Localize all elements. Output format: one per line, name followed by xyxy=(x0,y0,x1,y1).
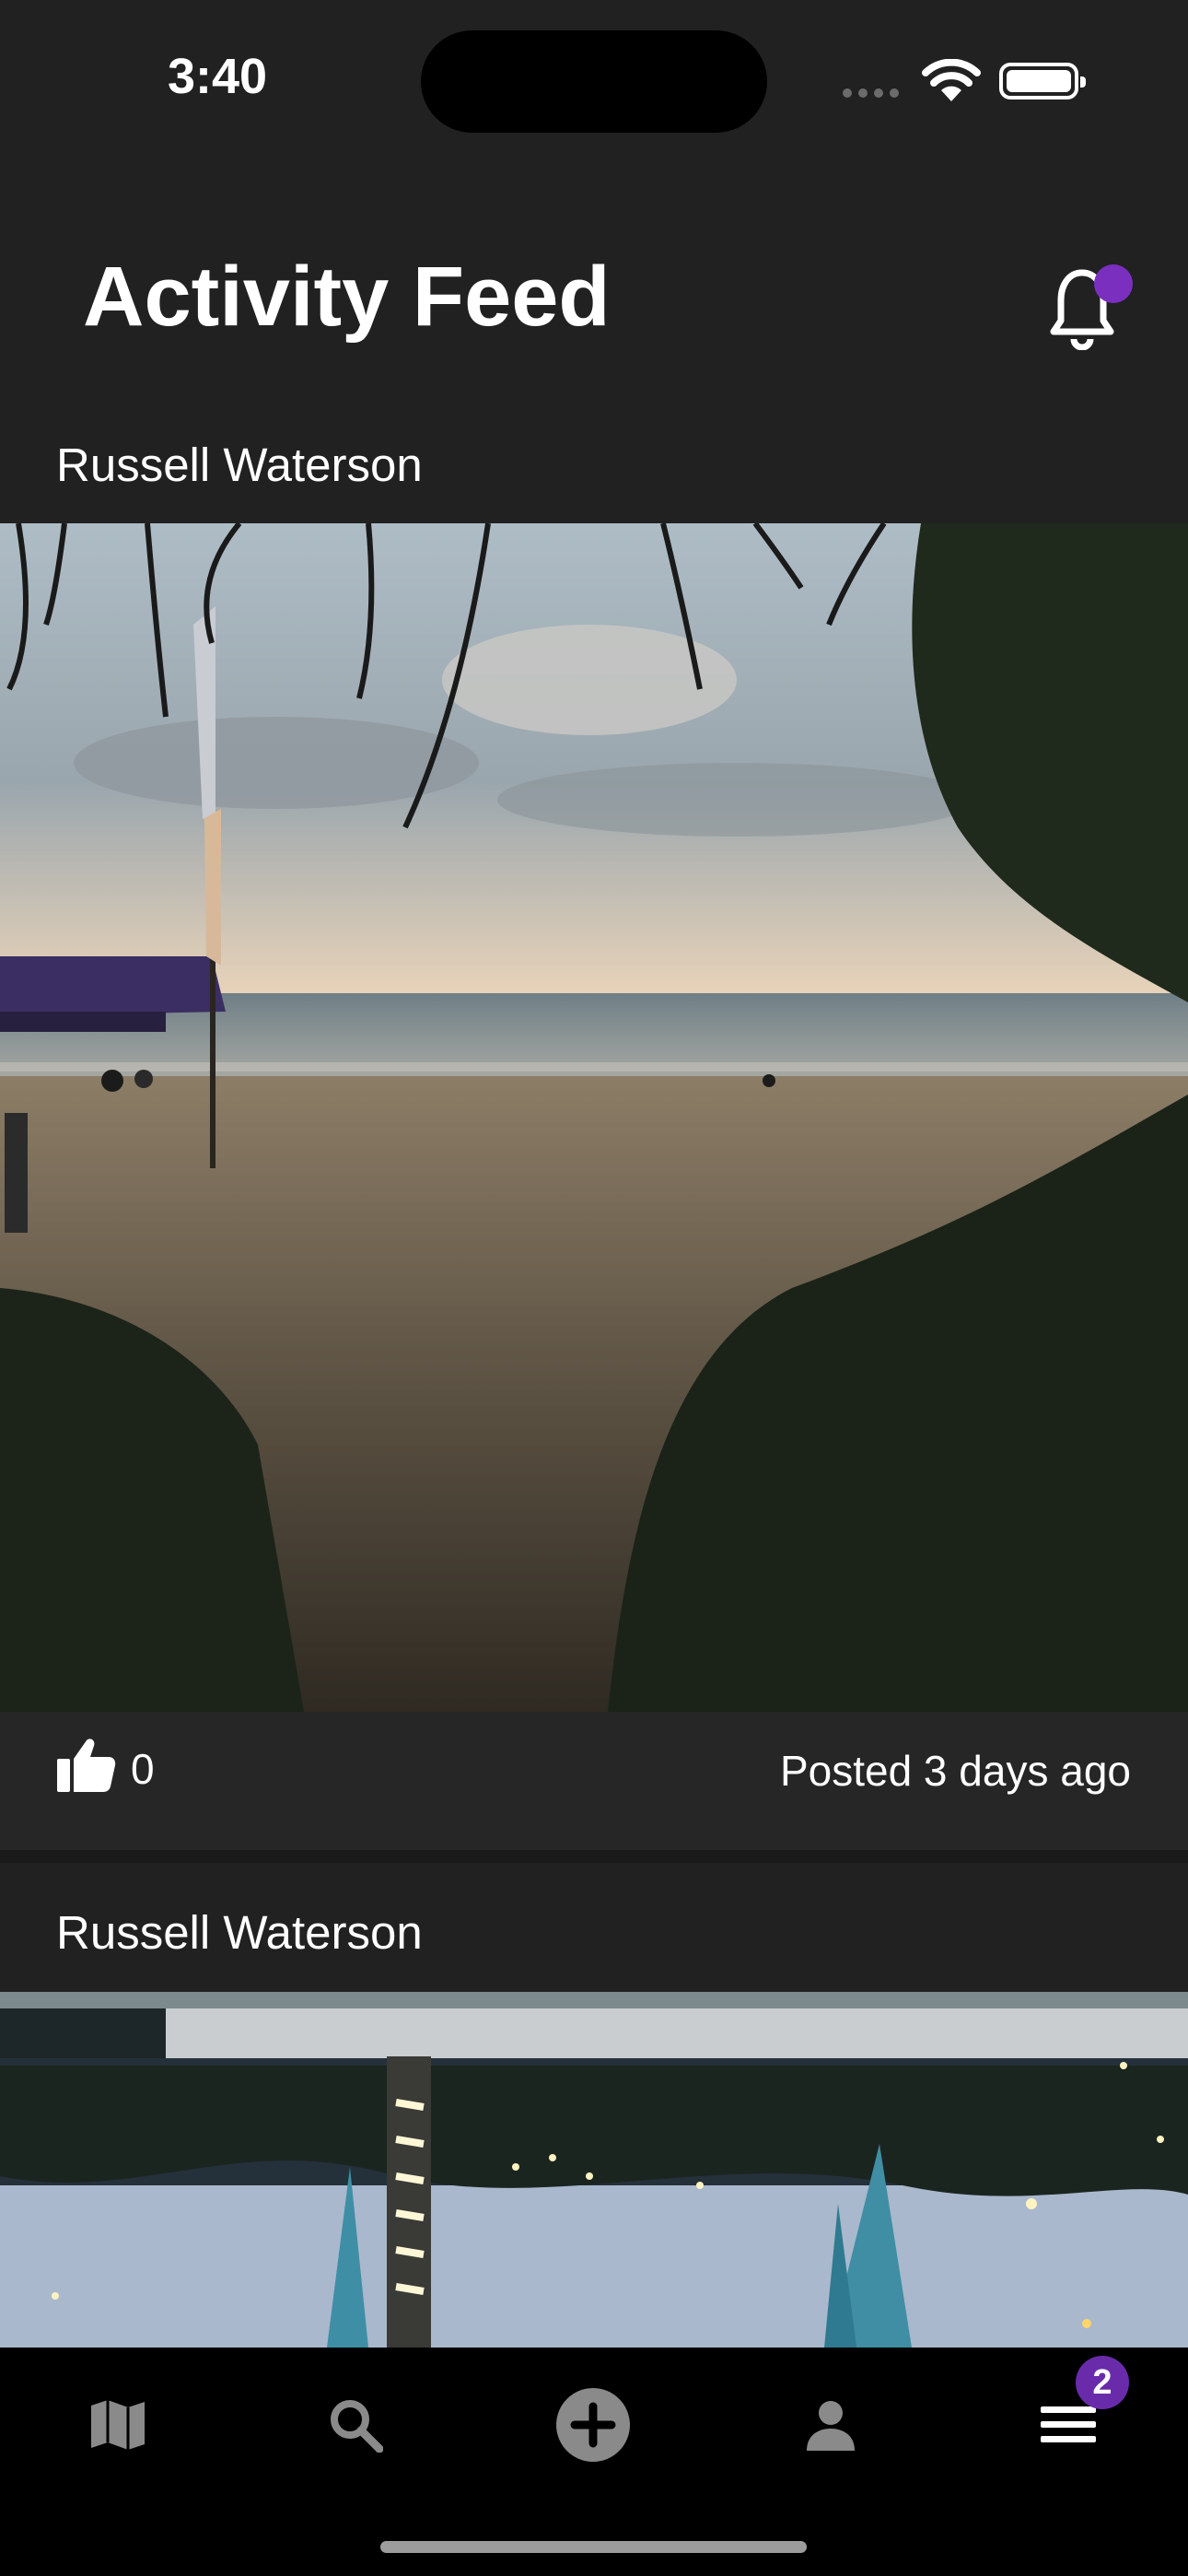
menu-badge: 2 xyxy=(1076,2356,1129,2409)
likes-count: 0 xyxy=(131,1745,155,1793)
page-title: Activity Feed xyxy=(83,250,611,344)
map-icon[interactable] xyxy=(81,2388,155,2462)
post-divider xyxy=(0,1850,1188,1863)
cellular-signal-icon xyxy=(843,86,905,102)
battery-icon xyxy=(999,63,1086,100)
post-photo-beach[interactable] xyxy=(0,523,1188,1712)
dynamic-island xyxy=(421,30,767,133)
profile-icon[interactable] xyxy=(794,2388,868,2462)
wifi-icon xyxy=(921,58,982,108)
header: Activity Feed xyxy=(0,157,1188,415)
posted-time: Posted 3 days ago xyxy=(779,1747,1131,1795)
add-icon[interactable] xyxy=(556,2388,630,2462)
home-indicator[interactable] xyxy=(380,2541,807,2553)
status-bar: 3:40 xyxy=(0,0,1188,157)
notification-dot xyxy=(1094,264,1133,303)
post-author[interactable]: Russell Waterson xyxy=(56,438,423,492)
thumbs-up-icon[interactable] xyxy=(55,1737,116,1794)
status-time: 3:40 xyxy=(168,49,268,104)
post-author[interactable]: Russell Waterson xyxy=(56,1905,423,1960)
post-photo-restaurant[interactable] xyxy=(0,1992,1188,2348)
search-icon[interactable] xyxy=(319,2388,392,2462)
